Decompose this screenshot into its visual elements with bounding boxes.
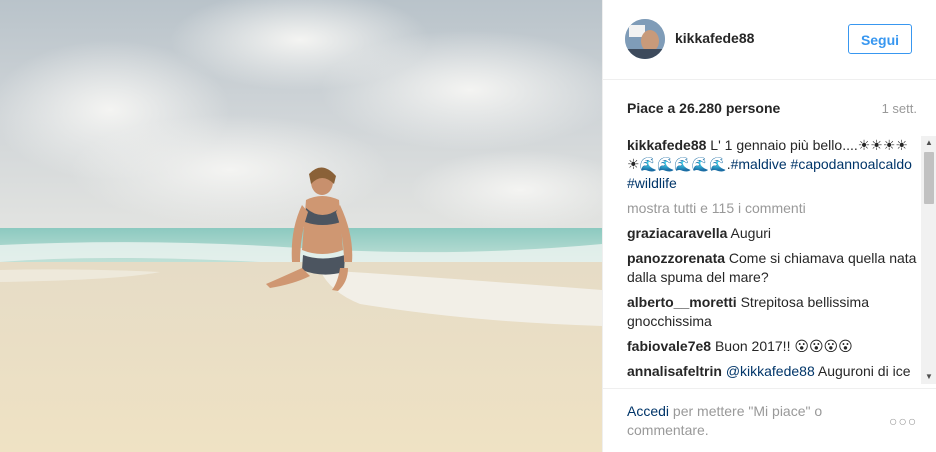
mention-link[interactable]: @kikkafede88: [726, 363, 815, 379]
comment-username[interactable]: alberto__moretti: [627, 294, 737, 310]
comment-item: annalisafeltrin @kikkafede88 Auguroni di…: [627, 362, 917, 384]
comment-username[interactable]: annalisafeltrin: [627, 363, 722, 379]
comment-item: alberto__moretti Strepitosa bellissima g…: [627, 293, 917, 331]
scroll-down-arrow-icon[interactable]: ▼: [921, 370, 936, 384]
hashtag-link[interactable]: #maldive: [731, 156, 787, 172]
caption: kikkafede88 L' 1 gennaio più bello....☀☀…: [627, 136, 917, 193]
hashtag-link[interactable]: #wildlife: [627, 175, 677, 191]
likes-row: Piace a 26.280 persone 1 sett.: [627, 100, 917, 120]
post-footer: Accedi per mettere "Mi piace" o commenta…: [603, 388, 936, 452]
post-time[interactable]: 1 sett.: [882, 101, 917, 116]
comment-item: fabiovale7e8 Buon 2017!! 😮😮😮😮: [627, 337, 917, 356]
scroll-thumb[interactable]: [924, 152, 934, 204]
likes-count[interactable]: Piace a 26.280 persone: [627, 100, 780, 116]
scroll-up-arrow-icon[interactable]: ▲: [921, 136, 936, 150]
comment-username[interactable]: fabiovale7e8: [627, 338, 711, 354]
avatar[interactable]: [625, 19, 665, 59]
comment-username[interactable]: panozzorenata: [627, 250, 725, 266]
post-photo[interactable]: [0, 0, 602, 452]
author-username[interactable]: kikkafede88: [675, 30, 754, 46]
caption-username[interactable]: kikkafede88: [627, 137, 706, 153]
more-options-icon[interactable]: ○○○: [889, 413, 917, 429]
comments-scrollbar[interactable]: ▲ ▼: [921, 136, 936, 384]
post-side-panel: kikkafede88 Segui Piace a 26.280 persone…: [602, 0, 936, 452]
comment-text: Buon 2017!! 😮😮😮😮: [714, 338, 853, 354]
comment-item: graziacaravella Auguri: [627, 224, 917, 243]
comment-username[interactable]: graziacaravella: [627, 225, 727, 241]
comments-list[interactable]: kikkafede88 L' 1 gennaio più bello....☀☀…: [627, 136, 917, 384]
comment-item: panozzorenata Come si chiamava quella na…: [627, 249, 917, 287]
comment-text: Auguri: [730, 225, 771, 241]
hashtag-link[interactable]: #capodannoalcaldo: [791, 156, 912, 172]
login-link[interactable]: Accedi: [627, 403, 669, 419]
show-all-comments-link[interactable]: mostra tutti e 115 i commenti: [627, 199, 917, 218]
follow-button[interactable]: Segui: [848, 24, 912, 54]
post-header: kikkafede88 Segui: [603, 0, 936, 80]
login-prompt: Accedi per mettere "Mi piace" o commenta…: [627, 402, 857, 440]
